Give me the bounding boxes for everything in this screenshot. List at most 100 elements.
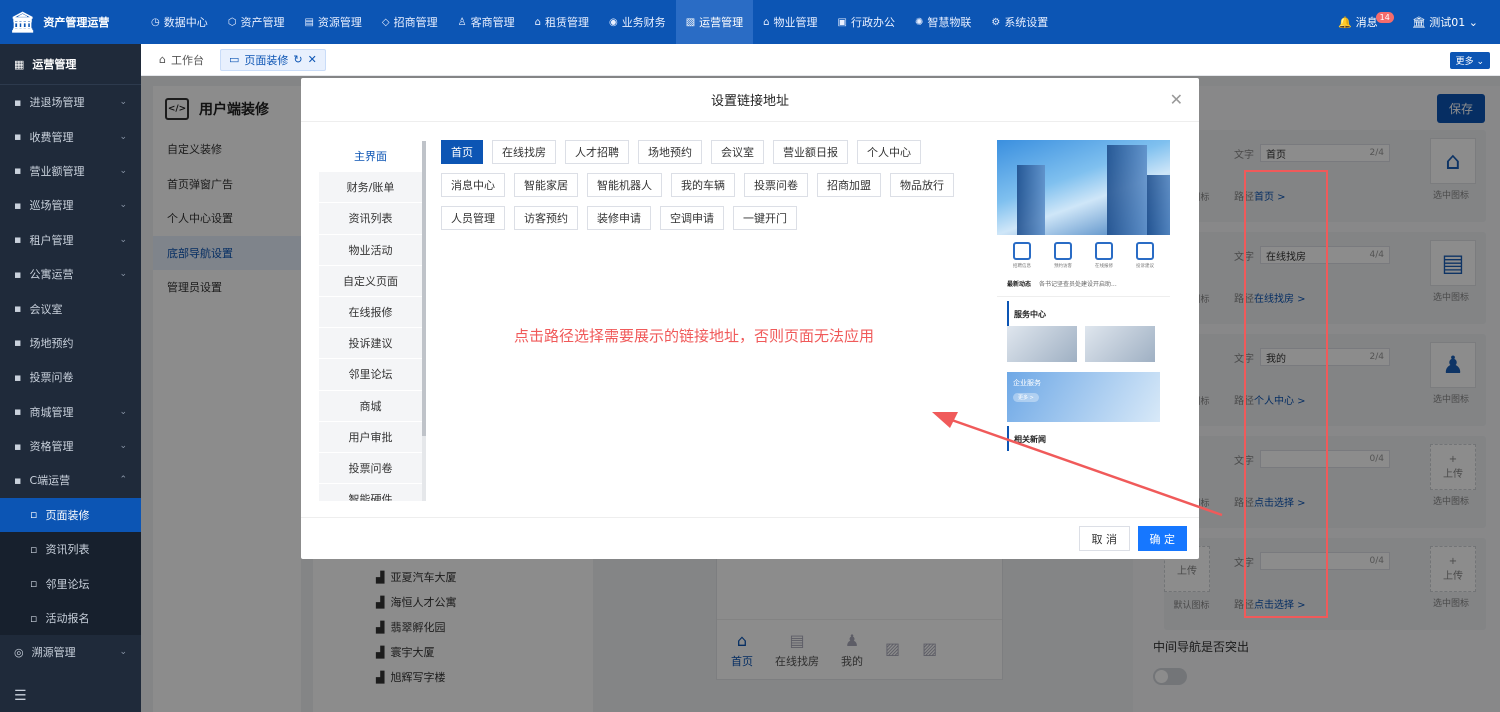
more-label: 更多 — [1455, 57, 1474, 67]
link-option-chip[interactable]: 营业额日报 — [773, 140, 848, 164]
topnav-item[interactable]: ⌂ 租赁管理 — [525, 0, 599, 44]
cancel-button[interactable]: 取 消 — [1078, 526, 1130, 551]
topnav-item[interactable]: ▧ 运营管理 — [675, 0, 754, 44]
link-category[interactable]: 投诉建议 — [319, 328, 422, 360]
more-button[interactable]: 更多 ⌄ — [1449, 52, 1490, 69]
preview-related-title: 相关新闻 — [1007, 426, 1170, 451]
link-category[interactable]: 自定义页面 — [319, 266, 422, 297]
preview-icon-label: 在线报修 — [1095, 263, 1114, 269]
chevron-icon: ⌃ — [119, 475, 127, 486]
topnav-label: 运营管理 — [699, 16, 744, 29]
link-option-chip[interactable]: 智能机器人 — [587, 173, 662, 197]
page-icon: ▭ — [228, 53, 240, 66]
link-option-chip[interactable]: 人员管理 — [441, 206, 505, 230]
close-icon[interactable]: ✕ — [1170, 90, 1183, 109]
link-category[interactable]: 邻里论坛 — [319, 359, 422, 391]
link-category[interactable]: 智能硬件 — [319, 484, 422, 501]
topnav-item[interactable]: ▤ 资源管理 — [294, 0, 371, 44]
app-logo[interactable]: 🏛 资产管理运营 — [0, 0, 141, 44]
topnav-item[interactable]: ♙ 客商管理 — [448, 0, 525, 44]
sidebar-item-label: 收费管理 — [29, 130, 74, 144]
link-option-chip[interactable]: 智能家居 — [514, 173, 578, 197]
desk-icon: ▣ — [837, 16, 847, 28]
collapse-icon[interactable]: ☰ — [14, 688, 27, 704]
link-category[interactable]: 用户审批 — [319, 422, 422, 453]
category-scrollbar[interactable] — [422, 141, 426, 501]
user-icon: 🏛 — [1411, 16, 1426, 29]
link-category[interactable]: 主界面 — [319, 141, 422, 173]
sidebar-item-label: 营业额管理 — [29, 164, 85, 178]
menu-icon: ▪ — [14, 233, 22, 247]
topnav-item[interactable]: ◷ 数据中心 — [141, 0, 218, 44]
link-option-chip[interactable]: 人才招聘 — [565, 140, 629, 164]
sidebar-item[interactable]: ▪ 资格管理 ⌄ — [0, 429, 141, 463]
menu-icon: ▪ — [14, 267, 22, 281]
link-category[interactable]: 投票问卷 — [319, 453, 422, 485]
link-option-chip[interactable]: 我的车辆 — [671, 173, 735, 197]
link-option-chip[interactable]: 招商加盟 — [817, 173, 881, 197]
link-option-chip[interactable]: 一键开门 — [733, 206, 797, 230]
link-category[interactable]: 在线报修 — [319, 297, 422, 329]
sidebar-subitem[interactable]: ▫ 页面装修 — [0, 497, 141, 533]
sidebar-item[interactable]: ▪ 会议室 — [0, 291, 141, 325]
preview-service-icons: 招聘信息 预约访客 在线报修 投诉建议 — [997, 235, 1170, 271]
tab-page-decoration[interactable]: ▭ 页面装修 ↻ ✕ — [219, 48, 326, 71]
link-option-chip[interactable]: 投票问卷 — [744, 173, 808, 197]
refresh-icon[interactable]: ↻ — [293, 53, 302, 66]
preview-icon-label: 招聘信息 — [1012, 263, 1031, 269]
link-category[interactable]: 资讯列表 — [319, 203, 422, 235]
messages-badge: 14 — [1375, 12, 1394, 23]
link-category[interactable]: 商城 — [319, 391, 422, 422]
link-option-chip[interactable]: 消息中心 — [441, 173, 505, 197]
link-category[interactable]: 物业活动 — [319, 235, 422, 266]
user-menu[interactable]: 🏛 测试01 ⌄ — [1412, 14, 1478, 30]
preview-news: 最新动态 各书记坚查员处建设开启助... — [997, 271, 1170, 297]
link-category[interactable]: 财务/账单 — [319, 172, 422, 204]
sidebar-item[interactable]: ▪ 进退场管理 ⌄ — [0, 85, 141, 119]
link-option-chip[interactable]: 物品放行 — [890, 173, 954, 197]
building-icon: ▤ — [304, 16, 314, 28]
link-option-chip[interactable]: 装修申请 — [587, 206, 651, 230]
sidebar-item[interactable]: ▪ 商城管理 ⌄ — [0, 395, 141, 429]
sidebar-subitem-label: 邻里论坛 — [45, 577, 90, 591]
sidebar-item-label: 公寓运营 — [29, 268, 74, 282]
sidebar-subitem[interactable]: ▫ 邻里论坛 — [0, 566, 141, 601]
sidebar-item[interactable]: ▪ 营业额管理 ⌄ — [0, 154, 141, 188]
messages-button[interactable]: 🔔 消息 14 — [1338, 12, 1394, 30]
sidebar-item[interactable]: ◎ 溯源管理 ⌄ — [0, 635, 141, 669]
service-card-image — [1085, 326, 1155, 362]
page-preview: 招聘信息 预约访客 在线报修 投诉建议 最新动态 各书记坚查员处建设开启助... 服务… — [997, 140, 1170, 460]
sidebar-item[interactable]: ▪ 场地预约 — [0, 326, 141, 360]
sidebar-item-label: 场地预约 — [29, 336, 74, 350]
link-option-chip[interactable]: 访客预约 — [514, 206, 578, 230]
topnav-item[interactable]: ◇ 招商管理 — [372, 0, 448, 44]
tab-workbench[interactable]: ⌂ 工作台 — [151, 49, 212, 71]
topnav-item[interactable]: ⬡ 资产管理 — [218, 0, 295, 44]
close-icon[interactable]: ✕ — [308, 53, 317, 66]
topnav-item[interactable]: ▣ 行政办公 — [828, 0, 905, 44]
link-option-chip[interactable]: 首页 — [441, 140, 483, 164]
sidebar-item[interactable]: ▪ 公寓运营 ⌄ — [0, 257, 141, 291]
enterprise-label: 企业服务 — [1013, 379, 1041, 387]
topnav-item[interactable]: ⚙ 系统设置 — [981, 0, 1058, 44]
sidebar-item[interactable]: ▪ 巡场管理 ⌄ — [0, 188, 141, 222]
preview-icon-item: 在线报修 — [1094, 242, 1114, 269]
sidebar-subitem[interactable]: ▫ 活动报名 — [0, 600, 141, 636]
topnav-item[interactable]: ⌂ 物业管理 — [753, 0, 827, 44]
topnav-item[interactable]: ◉ 业务财务 — [599, 0, 676, 44]
menu-icon: ▪ — [14, 370, 22, 384]
sidebar-item[interactable]: ▪ 投票问卷 — [0, 360, 141, 394]
house-icon: ⌂ — [763, 16, 770, 28]
topnav-item[interactable]: ✺ 智慧物联 — [905, 0, 981, 44]
sidebar-subitem[interactable]: ▫ 资讯列表 — [0, 532, 141, 567]
sidebar-item-label: 商城管理 — [29, 405, 74, 419]
link-option-chip[interactable]: 个人中心 — [857, 140, 921, 164]
sidebar-item[interactable]: ▪ C端运营 ⌃ — [0, 463, 141, 497]
sidebar-item[interactable]: ▪ 收费管理 ⌄ — [0, 119, 141, 153]
link-option-chip[interactable]: 会议室 — [711, 140, 764, 164]
sidebar-item[interactable]: ▪ 租户管理 ⌄ — [0, 223, 141, 257]
link-option-chip[interactable]: 在线找房 — [492, 140, 556, 164]
link-option-chip[interactable]: 空调申请 — [660, 206, 724, 230]
link-option-chip[interactable]: 场地预约 — [638, 140, 702, 164]
confirm-button[interactable]: 确 定 — [1137, 526, 1187, 551]
